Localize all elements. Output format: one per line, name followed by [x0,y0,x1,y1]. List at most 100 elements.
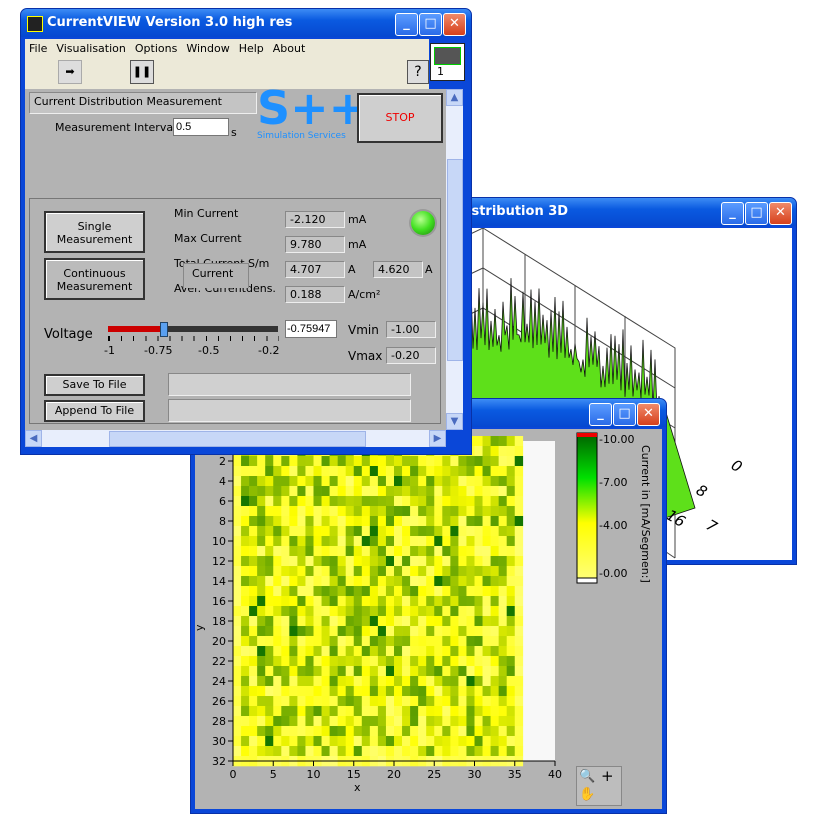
heatmap-cell [249,606,258,617]
heatmap-cell [466,596,475,607]
heatmap-cell [353,596,363,607]
menu-about[interactable]: About [273,42,306,55]
tab-current[interactable]: Current [183,263,249,288]
heatmap-cell [241,546,250,557]
heatmap-cell [418,706,427,717]
interval-input[interactable] [173,118,229,136]
heatmap-cell [434,556,443,567]
heatmap-cell [466,686,475,697]
menu-help[interactable]: Help [239,42,264,55]
horizontal-scrollbar[interactable]: ◀ ▶ [25,430,446,447]
heatmap-cell [345,716,355,727]
stop-button[interactable]: STOP [357,93,443,143]
heatmap-cell [402,686,411,697]
pause-icon[interactable]: ❚❚ [130,60,154,84]
heatmap-cell [402,496,411,507]
menu-window[interactable]: Window [186,42,229,55]
heatmap-cell [466,566,475,577]
heatmap-cell [410,566,419,577]
menu-options[interactable]: Options [135,42,177,55]
heatmap-cell [265,516,274,527]
heatmap-cell [313,476,322,487]
heatmap-cell [353,536,363,547]
scroll-down-button[interactable]: ▼ [446,413,463,430]
heatmap-cell [450,506,459,517]
intensity-graph[interactable]: 0 5 10 15 20 25 30 35 40246810121416182022242628… [193,429,662,809]
heatmap-cell [345,656,355,667]
minimize-button[interactable]: _ [721,202,744,225]
save-to-file-button[interactable]: Save To File [44,374,145,396]
heatmap-cell [385,666,395,677]
heatmap-cell [482,696,491,707]
maximize-button[interactable]: □ [745,202,768,225]
heatmap-cell [490,476,499,487]
heatmap-cell [466,636,475,647]
heatmap-cell [249,746,258,757]
maximize-button[interactable]: □ [419,13,442,36]
heatmap-cell [514,676,524,687]
heatmap-cell [297,556,306,567]
append-to-file-button[interactable]: Append To File [44,400,145,422]
heatmap-cell [377,676,387,687]
close-button[interactable]: ✕ [769,202,792,225]
cursor-tool[interactable]: + [601,767,614,785]
heatmap-cell [329,546,338,557]
menu-visualisation[interactable]: Visualisation [56,42,125,55]
minimize-button[interactable]: _ [589,403,612,426]
close-button[interactable]: ✕ [637,403,660,426]
voltage-input[interactable] [285,320,337,338]
heatmap-cell [369,726,379,737]
heatmap-cell [434,746,443,757]
heatmap-cell [450,496,459,507]
heatmap-cell [410,626,419,637]
heatmap-cell [329,686,338,697]
heatmap-cell [249,656,258,667]
slider-thumb[interactable] [160,322,168,337]
close-button[interactable]: ✕ [443,13,466,36]
title-bar[interactable]: CurrentVIEW Version 3.0 high res _ □ ✕ [21,9,471,37]
menu-file[interactable]: File [29,42,47,55]
heatmap-cell [442,686,451,697]
heatmap-cell [281,486,290,497]
heatmap-cell [426,536,435,547]
scroll-left-button[interactable]: ◀ [25,430,42,447]
heatmap-cell [249,736,258,747]
zoom-icon[interactable]: 🔍 [579,769,595,784]
hand-icon[interactable]: ✋ [579,787,595,802]
heatmap-cell [233,496,242,507]
maximize-button[interactable]: □ [613,403,636,426]
heatmap-cell [434,516,443,527]
heatmap-cell [369,586,379,597]
scroll-thumb[interactable] [109,431,366,447]
heatmap-cell [281,506,290,517]
scroll-thumb[interactable] [447,159,463,361]
heatmap-cell [369,476,379,487]
heatmap-cell [377,476,387,487]
colorbar[interactable] [576,432,598,584]
minimize-button[interactable]: _ [395,13,418,36]
scroll-up-button[interactable]: ▲ [446,89,463,106]
heatmap-cell [458,486,467,497]
heatmap-cell [305,726,314,737]
scroll-right-button[interactable]: ▶ [429,430,446,447]
heatmap-cell [329,516,338,527]
single-measurement-button[interactable]: Single Measurement [44,211,145,253]
heatmap-cell [321,666,330,677]
heatmap-cell [233,486,242,497]
append-path-input[interactable] [168,399,411,422]
y-tick-label: 32 [212,755,226,768]
vertical-scrollbar[interactable]: ▲ ▼ [446,89,463,430]
voltage-slider[interactable] [108,322,278,337]
run-arrow-icon[interactable]: ➡ [58,60,82,84]
save-path-input[interactable] [168,373,411,396]
help-button[interactable]: ? [407,60,429,84]
heatmap-cell [474,476,483,487]
continuous-measurement-button[interactable]: Continuous Measurement [44,258,145,300]
heatmap-cell [385,576,395,587]
heatmap-cell [394,626,403,637]
heatmap-cell [498,476,507,487]
heatmap-cell [257,496,266,507]
heatmap-cell [297,496,306,507]
heatmap-cell [249,456,258,467]
heatmap-cell [514,556,524,567]
